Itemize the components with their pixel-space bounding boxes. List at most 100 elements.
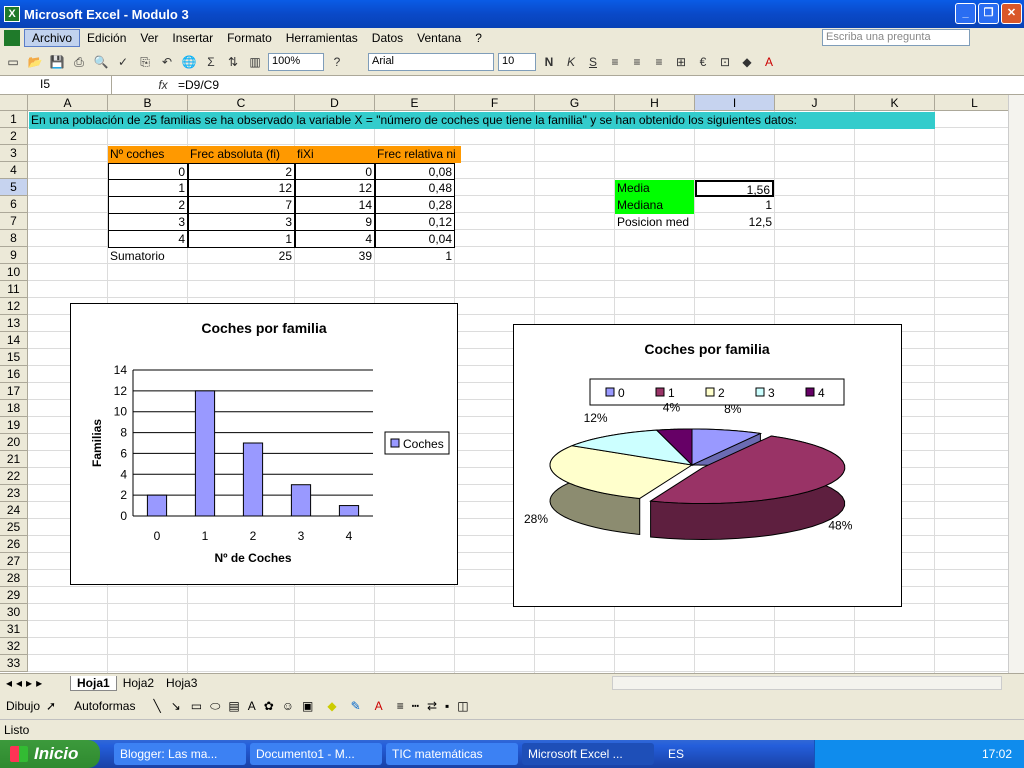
font-color-draw-icon[interactable]: A (375, 699, 383, 713)
line-color-icon[interactable]: ✎ (351, 699, 361, 713)
intro-text-cell[interactable]: En una población de 25 familias se ha ob… (29, 112, 935, 129)
italic-button[interactable]: K (560, 52, 582, 72)
tab-hoja1[interactable]: Hoja1 (70, 675, 117, 691)
table-cell[interactable]: 2 (188, 163, 295, 180)
start-button[interactable]: Inicio (0, 740, 100, 768)
wordart-icon[interactable]: A (248, 699, 256, 713)
underline-button[interactable]: S (582, 52, 604, 72)
menu-herramientas[interactable]: Herramientas (279, 30, 365, 46)
menu-archivo[interactable]: Archivo (24, 29, 81, 47)
header-fixi[interactable]: fiXi (295, 146, 375, 163)
column-header-b[interactable]: B (108, 95, 188, 111)
menu-insertar[interactable]: Insertar (165, 30, 220, 46)
table-cell[interactable]: 12 (188, 180, 295, 197)
restore-button[interactable]: ❐ (978, 3, 999, 24)
tab-hoja3[interactable]: Hoja3 (160, 676, 203, 690)
row-header-4[interactable]: 4 (0, 162, 28, 179)
header-frec-relativa[interactable]: Frec relativa ni (375, 146, 461, 163)
header-num-coches[interactable]: Nº coches (108, 146, 188, 163)
table-cell[interactable]: 0,48 (375, 180, 455, 197)
row-header-8[interactable]: 8 (0, 230, 28, 247)
row-header-3[interactable]: 3 (0, 145, 28, 162)
table-cell[interactable]: 1 (188, 231, 295, 248)
header-frec-absoluta[interactable]: Frec absoluta (fi) (188, 146, 295, 163)
clipart-icon[interactable]: ☺ (282, 699, 294, 713)
table-cell[interactable]: 0 (295, 163, 375, 180)
select-all-corner[interactable] (0, 95, 28, 111)
bar-chart[interactable]: Coches por familia 0 2 4 6 8 10 12 14 0 1 2 3 4 Nº de … (70, 303, 458, 585)
row-header-20[interactable]: 20 (0, 434, 28, 451)
row-header-28[interactable]: 28 (0, 570, 28, 587)
tab-hoja2[interactable]: Hoja2 (117, 676, 160, 690)
horizontal-scrollbar[interactable] (612, 676, 1002, 690)
font-size-select[interactable]: 10 (498, 53, 536, 71)
row-header-26[interactable]: 26 (0, 536, 28, 553)
formula-input[interactable]: =D9/C9 (174, 78, 219, 92)
workbook-icon[interactable] (4, 30, 20, 46)
row-header-29[interactable]: 29 (0, 587, 28, 604)
close-button[interactable]: ✕ (1001, 3, 1022, 24)
column-header-l[interactable]: L (935, 95, 1008, 111)
shadow-icon[interactable]: ▪ (445, 699, 449, 713)
row-header-17[interactable]: 17 (0, 383, 28, 400)
row-header-27[interactable]: 27 (0, 553, 28, 570)
row-header-24[interactable]: 24 (0, 502, 28, 519)
column-header-g[interactable]: G (535, 95, 615, 111)
column-header-c[interactable]: C (188, 95, 295, 111)
table-cell[interactable]: 0,12 (375, 214, 455, 231)
undo-icon[interactable]: ↶ (156, 52, 178, 72)
align-right-icon[interactable]: ≡ (648, 52, 670, 72)
table-cell[interactable]: 2 (108, 197, 188, 214)
menu-datos[interactable]: Datos (365, 30, 410, 46)
row-header-32[interactable]: 32 (0, 638, 28, 655)
row-header-1[interactable]: 1 (0, 111, 28, 128)
arrow-style-icon[interactable]: ⇄ (427, 699, 437, 713)
pointer-icon[interactable]: ➚ (46, 699, 56, 713)
textbox-icon[interactable]: ▤ (228, 699, 239, 713)
row-header-6[interactable]: 6 (0, 196, 28, 213)
table-cell[interactable]: 3 (108, 214, 188, 231)
task-excel[interactable]: Microsoft Excel ... (522, 743, 654, 765)
row-header-21[interactable]: 21 (0, 451, 28, 468)
arrow-icon[interactable]: ↘ (171, 699, 181, 713)
language-indicator[interactable]: ES (668, 747, 684, 761)
tab-nav-arrows-icon[interactable]: ◂◂▸▸ (0, 676, 70, 690)
menu-ver[interactable]: Ver (133, 30, 165, 46)
task-blogger[interactable]: Blogger: Las ma... (114, 743, 246, 765)
table-cell[interactable]: 0,08 (375, 163, 455, 180)
table-cell[interactable]: 1 (108, 180, 188, 197)
bold-button[interactable]: N (538, 52, 560, 72)
hyperlink-icon[interactable]: 🌐 (178, 52, 200, 72)
mediana-value[interactable]: 1 (695, 197, 774, 214)
print-icon[interactable]: ⎙ (68, 52, 90, 72)
merge-icon[interactable]: ⊞ (670, 52, 692, 72)
table-cell[interactable]: 4 (108, 231, 188, 248)
sum-label[interactable]: Sumatorio (108, 248, 188, 265)
row-header-30[interactable]: 30 (0, 604, 28, 621)
row-header-19[interactable]: 19 (0, 417, 28, 434)
column-header-i[interactable]: I (695, 95, 775, 111)
save-icon[interactable]: 💾 (46, 52, 68, 72)
spelling-icon[interactable]: ✓ (112, 52, 134, 72)
help-icon[interactable]: ? (326, 52, 348, 72)
function-icon[interactable]: fx (152, 78, 174, 92)
posicion-label[interactable]: Posicion med (615, 214, 694, 231)
row-header-10[interactable]: 10 (0, 264, 28, 281)
align-center-icon[interactable]: ≡ (626, 52, 648, 72)
row-header-15[interactable]: 15 (0, 349, 28, 366)
vertical-scrollbar[interactable] (1008, 95, 1024, 673)
table-cell[interactable]: 7 (188, 197, 295, 214)
font-select[interactable]: Arial (368, 53, 494, 71)
row-header-25[interactable]: 25 (0, 519, 28, 536)
diagram-icon[interactable]: ✿ (264, 699, 274, 713)
column-header-a[interactable]: A (28, 95, 108, 111)
row-header-13[interactable]: 13 (0, 315, 28, 332)
sort-icon[interactable]: ⇅ (222, 52, 244, 72)
column-header-e[interactable]: E (375, 95, 455, 111)
media-value-cell[interactable]: 1,56 (695, 180, 774, 197)
chart-wizard-icon[interactable]: ▥ (244, 52, 266, 72)
mediana-label[interactable]: Mediana (615, 197, 694, 214)
table-cell[interactable]: 3 (188, 214, 295, 231)
table-cell[interactable]: 0,04 (375, 231, 455, 248)
column-header-f[interactable]: F (455, 95, 535, 111)
